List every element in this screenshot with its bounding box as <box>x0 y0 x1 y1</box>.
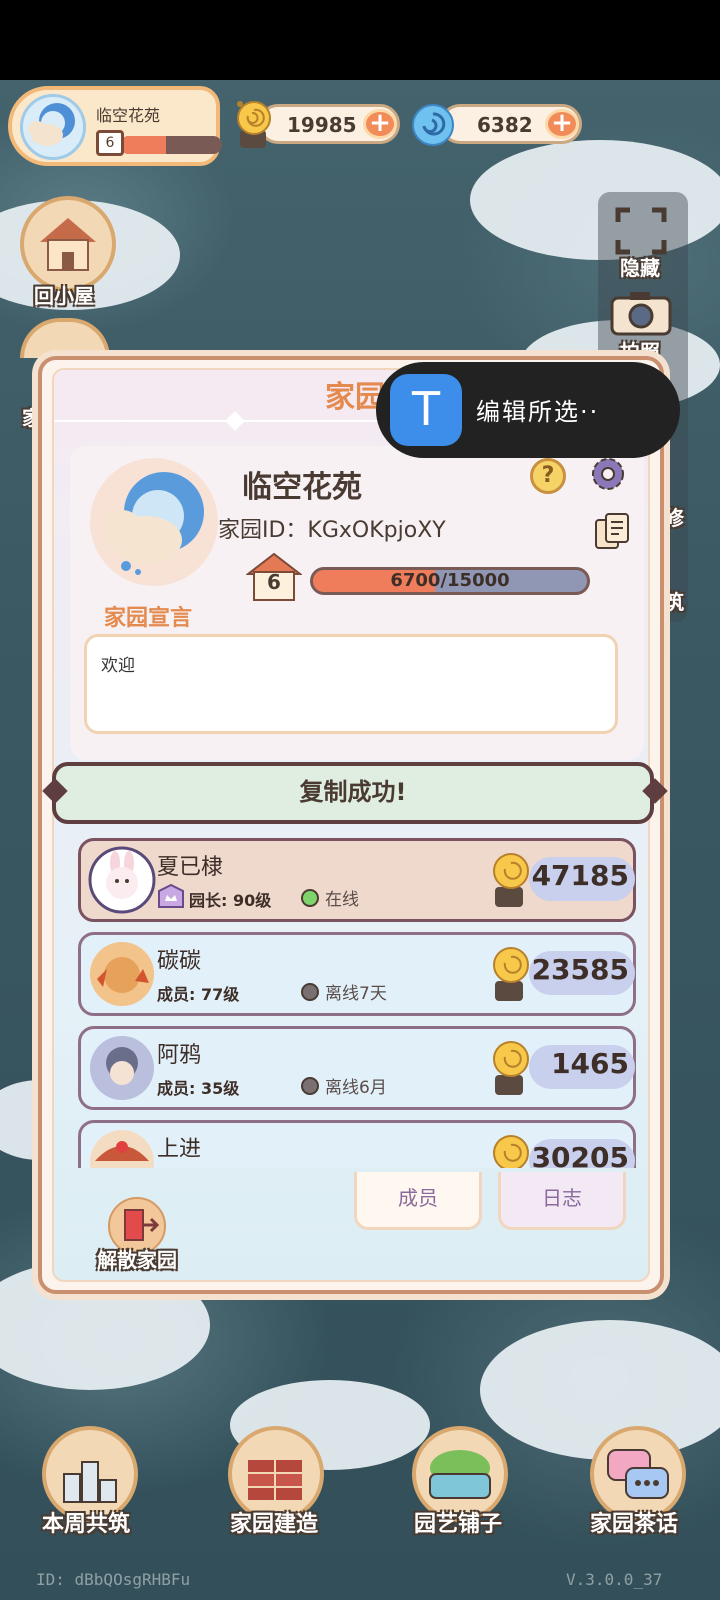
member-role: 成员: 77级 <box>157 985 240 1004</box>
member-status: 离线6月 <box>325 1078 387 1098</box>
member-role: 成员: 35级 <box>157 1079 240 1098</box>
declaration-label: 家园宣言 <box>104 606 193 631</box>
garden-dialog: 家园 临空花苑 家园ID：KGxOKpjoXY ? 6 6700/15000 家… <box>38 356 668 1294</box>
member-name: 阿鸦 <box>157 1043 202 1068</box>
snail-coin-icon <box>237 101 271 148</box>
edit-selection-label: 编辑所选·· <box>476 398 600 426</box>
planter-icon <box>429 1450 491 1499</box>
snail-coin-icon <box>493 1041 529 1095</box>
member-role: 园长: 90级 <box>189 891 272 910</box>
version-label: V.3.0.0_37 <box>566 1570 663 1589</box>
add-snail-currency-button[interactable]: + <box>363 109 397 139</box>
hide-icon[interactable] <box>614 206 668 256</box>
offline-status-dot <box>301 983 319 1001</box>
member-avatar <box>88 846 156 914</box>
disband-garden-button[interactable]: 解散家园 <box>82 1196 192 1273</box>
member-score: 30205 <box>531 1141 629 1168</box>
camera-icon[interactable] <box>610 290 672 336</box>
bricks-icon <box>248 1460 302 1500</box>
gear-icon[interactable] <box>588 454 628 494</box>
garden-profile-card[interactable]: 临空花苑 6 <box>8 86 222 166</box>
hud-garden-name: 临空花苑 <box>96 106 161 125</box>
declaration-text[interactable]: 欢迎 <box>84 634 618 734</box>
garden-chat-label: 家园茶话 <box>590 1512 679 1537</box>
member-score: 23585 <box>531 953 629 986</box>
member-row[interactable]: 夏已棣 园长: 90级 在线 47185 <box>78 838 636 922</box>
garden-emblem-icon <box>90 458 218 586</box>
snail-coin-icon <box>493 947 529 1001</box>
member-score: 1465 <box>551 1047 629 1080</box>
offline-status-dot <box>301 1077 319 1095</box>
add-spiral-currency-button[interactable]: + <box>545 109 579 139</box>
copy-success-toast: 复制成功! <box>52 762 654 824</box>
snail-coin-icon <box>493 853 529 907</box>
back-home-button[interactable] <box>20 196 116 292</box>
hide-label: 隐藏 <box>620 256 660 280</box>
weekly-build-label: 本周共筑 <box>42 1512 131 1537</box>
member-avatar <box>90 1036 154 1100</box>
spiral-currency: 6382 + <box>440 104 582 144</box>
garden-build-label: 家园建造 <box>230 1512 319 1537</box>
text-edit-icon: T <box>390 374 462 446</box>
garden-shop-label: 园艺铺子 <box>414 1512 503 1537</box>
spiral-currency-value: 6382 <box>477 113 533 137</box>
garden-info-panel: 临空花苑 家园ID：KGxOKpjoXY ? 6 6700/15000 家园宣言… <box>70 446 644 760</box>
hud-level-badge: 6 <box>96 130 124 156</box>
member-score: 47185 <box>531 859 629 892</box>
house-icon <box>40 218 96 271</box>
garden-avatar-icon <box>20 94 86 160</box>
member-avatar <box>90 942 154 1006</box>
member-row[interactable]: 碳碳 成员: 77级 离线7天 23585 <box>78 932 636 1016</box>
status-bar <box>0 0 720 80</box>
member-avatar <box>90 1130 154 1168</box>
garden-name: 临空花苑 <box>242 470 362 505</box>
snail-currency: 19985 + <box>258 104 400 144</box>
member-row[interactable]: 阿鸦 成员: 35级 离线6月 1465 <box>78 1026 636 1110</box>
snail-currency-value: 19985 <box>287 113 357 137</box>
garden-id: 家园ID：KGxOKpjoXY <box>218 518 446 543</box>
member-name: 上进 <box>157 1137 202 1162</box>
snail-coin-icon <box>493 1135 529 1168</box>
hud-level-progress <box>120 136 222 154</box>
online-status-dot <box>301 889 319 907</box>
player-id: ID: dBbQOsgRHBFu <box>36 1570 191 1589</box>
disband-garden-label: 解散家园 <box>97 1248 177 1272</box>
edit-selection-popup[interactable]: T 编辑所选·· <box>376 362 680 458</box>
member-row[interactable]: 上进 30205 <box>78 1120 636 1168</box>
podium-icon <box>63 1461 117 1503</box>
member-status: 离线7天 <box>325 984 387 1004</box>
tab-log[interactable]: 日志 <box>498 1172 626 1230</box>
member-name: 夏已棣 <box>157 855 224 880</box>
garden-exp-bar: 6700/15000 <box>310 567 590 595</box>
garden-level: 6 <box>267 570 281 594</box>
chat-bubbles-icon <box>607 1449 669 1499</box>
leader-crown-icon <box>158 883 184 908</box>
repair-label: 修 <box>664 506 684 530</box>
copy-id-icon[interactable] <box>594 512 630 552</box>
back-home-label: 回小屋 <box>34 284 94 308</box>
member-name: 碳碳 <box>157 949 202 974</box>
build-label: 筑 <box>664 590 684 614</box>
garden-exp-text: 6700/15000 <box>390 570 510 591</box>
member-list[interactable]: 夏已棣 园长: 90级 在线 47185 碳碳 成员: 77级 离线7天 235… <box>78 838 638 1168</box>
help-icon[interactable]: ? <box>530 458 566 494</box>
spiral-gem-icon <box>412 104 454 146</box>
tab-members[interactable]: 成员 <box>354 1172 482 1230</box>
member-status: 在线 <box>325 890 359 910</box>
